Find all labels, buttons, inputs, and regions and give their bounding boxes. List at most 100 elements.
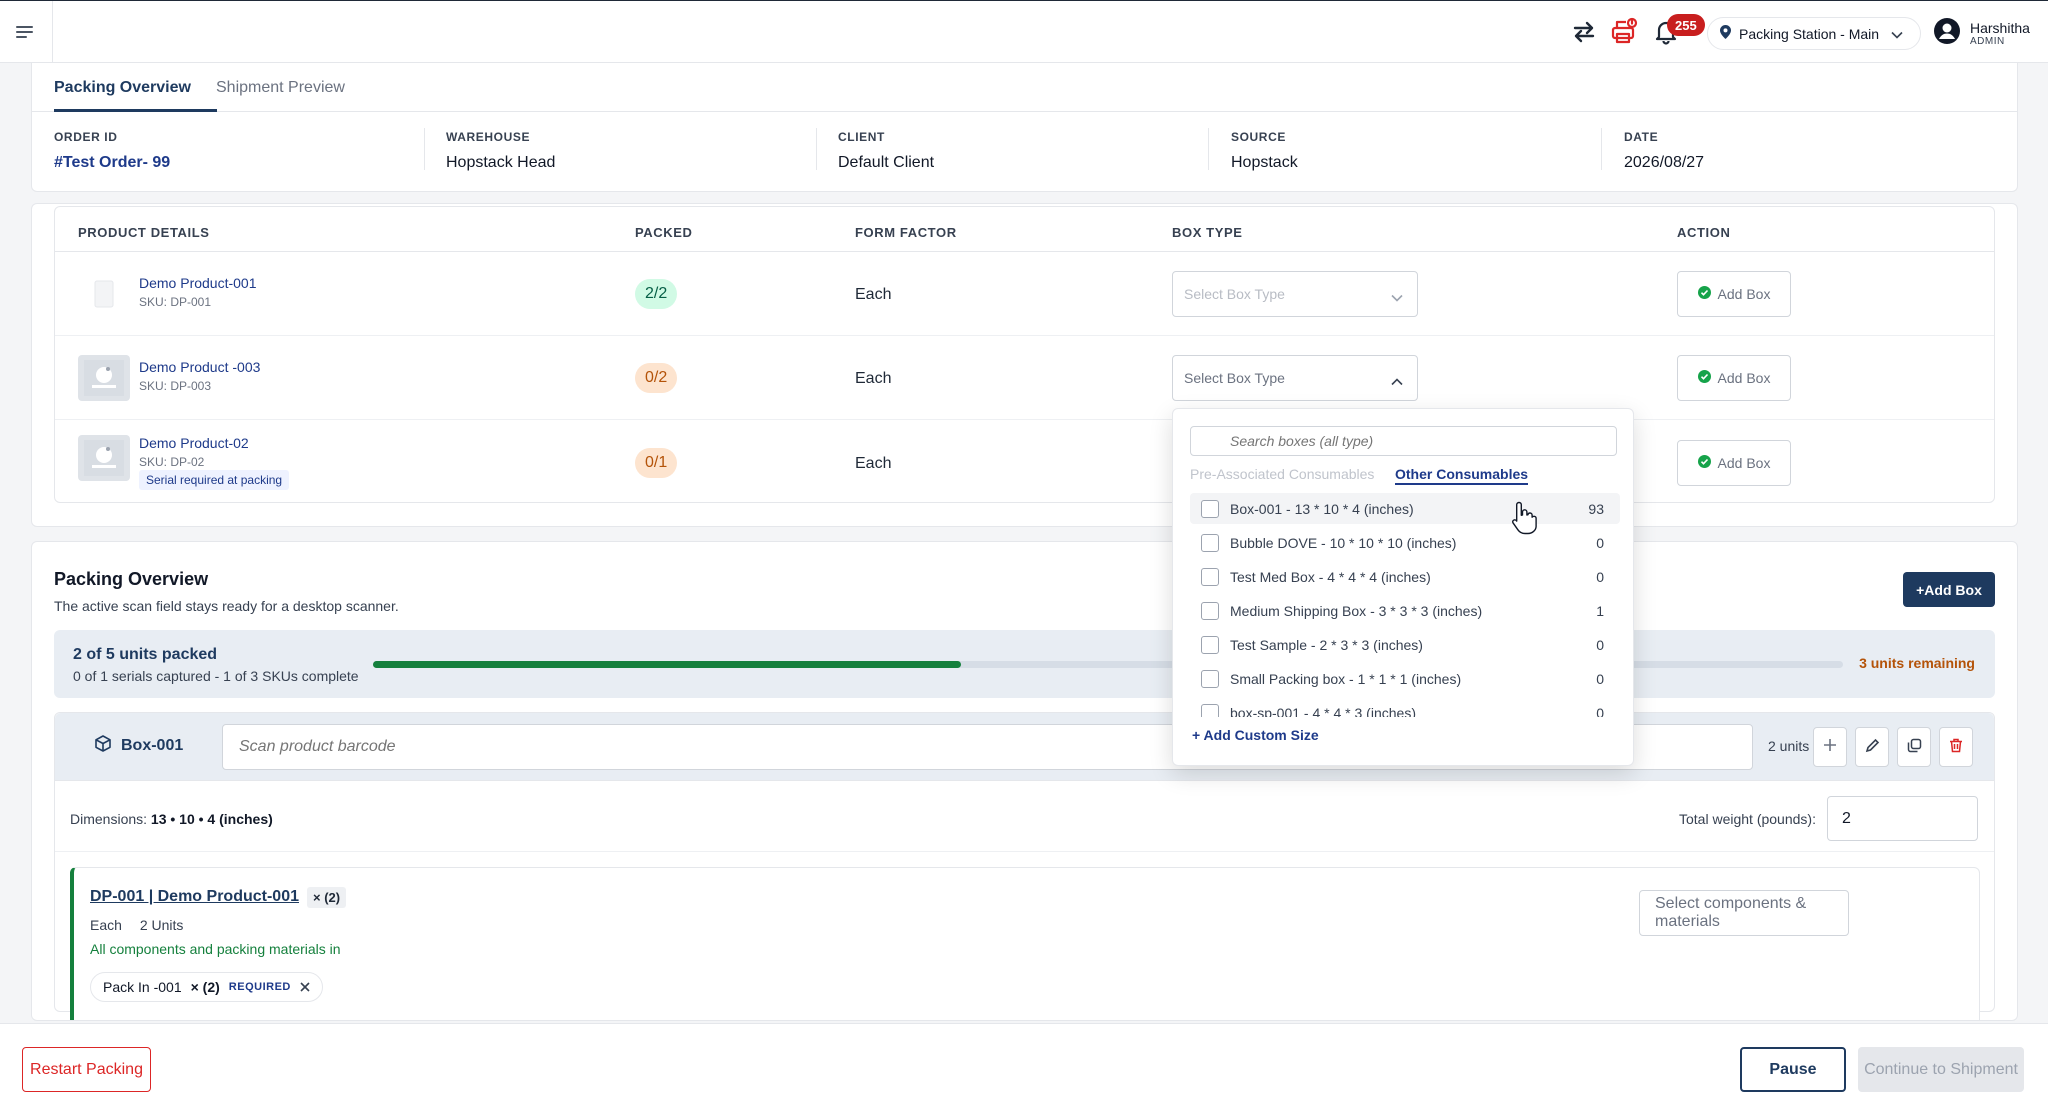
material-name: Pack In -001: [103, 979, 182, 995]
menu-button[interactable]: [0, 1, 53, 63]
checkbox[interactable]: [1201, 602, 1219, 620]
product-thumbnail: [78, 435, 130, 481]
box-option-count: 93: [1588, 500, 1604, 517]
box-option-count: 0: [1596, 636, 1604, 653]
box-option-label: Test Med Box - 4 * 4 * 4 (inches): [1230, 568, 1431, 585]
box-type-select[interactable]: Select Box Type: [1172, 271, 1418, 317]
printer-alert-icon[interactable]: [1608, 16, 1640, 48]
checkbox[interactable]: [1201, 500, 1219, 518]
box-option-label: Small Packing box - 1 * 1 * 1 (inches): [1230, 670, 1462, 687]
pencil-icon: [1865, 738, 1880, 757]
packed-item-card: DP-001 | Demo Product-001 × (2) Each 2 U…: [70, 867, 1980, 1020]
box-option-count: 0: [1596, 534, 1604, 551]
date-field: DATE 2026/08/27: [1624, 130, 1704, 172]
add-box-button[interactable]: Add Box: [1677, 271, 1791, 317]
packed-badge: 2/2: [635, 279, 678, 309]
hand-cursor-icon: [1510, 500, 1538, 540]
duplicate-box-button[interactable]: [1897, 727, 1931, 767]
box-option[interactable]: Bubble DOVE - 10 * 10 * 10 (inches) 0: [1190, 527, 1620, 558]
station-selector[interactable]: Packing Station - Main: [1707, 17, 1921, 50]
tab-shipment-preview[interactable]: Shipment Preview: [216, 79, 345, 97]
progress-fill: [373, 661, 961, 668]
station-label: Packing Station - Main: [1739, 25, 1880, 42]
checkbox[interactable]: [1201, 534, 1219, 552]
check-circle-icon: [1697, 370, 1711, 386]
continue-to-shipment-button[interactable]: Continue to Shipment: [1858, 1047, 2024, 1092]
box-option-label: Box-001 - 13 * 10 * 4 (inches): [1230, 500, 1414, 517]
product-name[interactable]: Demo Product-001: [139, 275, 257, 291]
user-menu[interactable]: Harshitha ADMIN: [1934, 15, 2030, 51]
box-option[interactable]: Small Packing box - 1 * 1 * 1 (inches) 0: [1190, 663, 1620, 694]
packed-item-units: 2 Units: [139, 917, 184, 933]
close-icon[interactable]: [300, 979, 310, 995]
form-factor: Each: [855, 455, 892, 472]
checkbox[interactable]: [1201, 568, 1219, 586]
user-avatar-icon: [1934, 18, 1960, 48]
divider: [1601, 128, 1602, 170]
top-bar: 255 Packing Station - Main Harshitha ADM…: [0, 0, 2048, 63]
section-subtitle: The active scan field stays ready for a …: [54, 598, 399, 614]
checkbox[interactable]: [1201, 670, 1219, 688]
footer-bar: Restart Packing Pause Continue to Shipme…: [0, 1023, 2048, 1108]
add-box-primary-button[interactable]: +Add Box: [1903, 572, 1995, 607]
components-select[interactable]: Select components & materials: [1639, 890, 1849, 936]
tab-other-consumables[interactable]: Other Consumables: [1395, 466, 1529, 485]
packed-item-title[interactable]: DP-001 | Demo Product-001: [90, 888, 299, 906]
product-name[interactable]: Demo Product -003: [139, 359, 260, 375]
material-qty: × (2): [190, 979, 220, 995]
product-sku: SKU: DP-003: [139, 379, 212, 393]
packed-item-status: All components and packing materials in: [90, 941, 341, 957]
box-option[interactable]: box-sp-001 - 4 * 4 * 3 (inches) 0: [1190, 697, 1620, 717]
box-option[interactable]: Medium Shipping Box - 3 * 3 * 3 (inches)…: [1190, 595, 1620, 626]
box-option[interactable]: Test Sample - 2 * 3 * 3 (inches) 0: [1190, 629, 1620, 660]
divider: [55, 851, 1994, 852]
box-type-dropdown: Pre-Associated Consumables Other Consuma…: [1172, 408, 1634, 766]
add-item-button[interactable]: [1813, 727, 1847, 767]
select-placeholder: Select Box Type: [1184, 286, 1285, 302]
checkbox[interactable]: [1201, 636, 1219, 654]
client-value: Default Client: [838, 154, 935, 171]
components-placeholder: Select components & materials: [1655, 895, 1807, 930]
dimensions-value: 13 • 10 • 4 (inches): [150, 811, 273, 827]
total-weight-input[interactable]: [1827, 796, 1978, 841]
box-header: Box-001 2 units: [55, 713, 1994, 781]
source-field: SOURCE Hopstack: [1231, 130, 1298, 172]
box-option-count: 1: [1596, 602, 1604, 619]
add-custom-size-link[interactable]: + Add Custom Size: [1192, 727, 1319, 743]
box-type-select[interactable]: Select Box Type: [1172, 355, 1418, 401]
checkbox[interactable]: [1201, 704, 1219, 717]
serial-required-tag: Serial required at packing: [139, 470, 290, 490]
divider: [55, 335, 1994, 336]
dimensions-label: Dimensions:: [70, 811, 148, 827]
edit-box-button[interactable]: [1855, 727, 1889, 767]
swap-icon[interactable]: [1568, 16, 1600, 48]
progress-title: 2 of 5 units packed: [73, 646, 218, 663]
add-box-button[interactable]: Add Box: [1677, 355, 1791, 401]
tab-pre-associated-consumables[interactable]: Pre-Associated Consumables: [1190, 466, 1374, 482]
date-label: DATE: [1624, 130, 1659, 144]
add-box-button[interactable]: Add Box: [1677, 440, 1791, 486]
product-name[interactable]: Demo Product-02: [139, 435, 249, 451]
box-option[interactable]: Box-001 - 13 * 10 * 4 (inches) 93: [1190, 493, 1620, 524]
product-thumbnail: [78, 355, 130, 401]
box-dimensions: Dimensions: 13 • 10 • 4 (inches): [70, 811, 273, 827]
total-weight-label: Total weight (pounds):: [1679, 811, 1816, 827]
box-option[interactable]: Test Med Box - 4 * 4 * 4 (inches) 0: [1190, 561, 1620, 592]
delete-box-button[interactable]: [1939, 727, 1973, 767]
order-id-value[interactable]: #Test Order- 99: [54, 154, 170, 172]
add-box-label: Add Box: [1717, 286, 1771, 302]
add-box-label: Add Box: [1717, 455, 1771, 471]
box-search-input[interactable]: [1190, 426, 1617, 456]
user-name: Harshitha: [1970, 19, 2030, 36]
tab-packing-overview[interactable]: Packing Overview: [54, 79, 191, 97]
progress-subtitle: 0 of 1 serials captured - 1 of 3 SKUs co…: [73, 668, 359, 684]
box-option-list[interactable]: Box-001 - 13 * 10 * 4 (inches) 93 Bubble…: [1190, 493, 1620, 717]
required-tag: REQUIRED: [228, 981, 291, 993]
section-title: Packing Overview: [54, 569, 209, 589]
restart-packing-button[interactable]: Restart Packing: [22, 1047, 151, 1092]
warehouse-value: Hopstack Head: [446, 154, 556, 171]
copy-icon: [1907, 738, 1922, 757]
notification-badge: 255: [1667, 14, 1705, 36]
pause-button[interactable]: Pause: [1740, 1047, 1846, 1092]
box-title: Box-001: [95, 735, 183, 757]
